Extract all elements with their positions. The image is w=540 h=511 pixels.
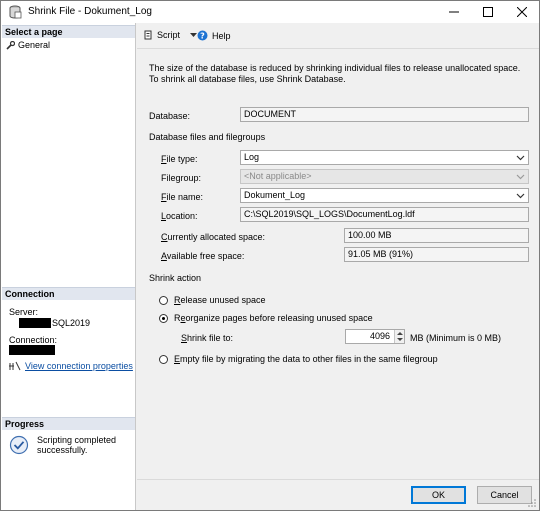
progress-status-text: Scripting completed successfully. <box>37 435 117 455</box>
svg-text:?: ? <box>200 32 205 41</box>
help-button[interactable]: ? Help <box>197 30 231 41</box>
close-icon <box>517 7 527 17</box>
file-type-label: File type: <box>161 154 198 164</box>
radio-empty-dot[interactable] <box>159 354 168 364</box>
view-connection-properties-link[interactable]: View connection properties <box>9 361 133 371</box>
location-field: C:\SQL2019\SQL_LOGS\DocumentLog.ldf <box>240 207 529 222</box>
file-type-dropdown[interactable]: Log <box>240 150 529 165</box>
resize-grip-icon[interactable] <box>527 498 536 507</box>
left-pane: Select a page General Connection Server:… <box>1 23 136 510</box>
minimize-icon <box>449 11 459 13</box>
shrink-file-to-label: Shrink file to: <box>181 333 234 343</box>
location-label: Location: <box>161 211 198 221</box>
connection-label: Connection: <box>9 335 58 345</box>
free-space-field: 91.05 MB (91%) <box>344 247 529 262</box>
files-group-label: Database files and filegroups <box>149 132 266 142</box>
main-pane: Script ? Help The size of the database i… <box>137 23 539 478</box>
chevron-down-icon <box>516 155 525 161</box>
allocated-space-label: Currently allocated space: <box>161 232 266 242</box>
maximize-icon <box>483 7 493 17</box>
page-general[interactable]: General <box>6 40 50 50</box>
chevron-down-icon <box>516 193 525 199</box>
wrench-icon <box>6 40 15 50</box>
description-text: The size of the database is reduced by s… <box>149 63 521 84</box>
page-general-label: General <box>18 40 51 50</box>
radio-reorganize[interactable]: Reorganize pages before releasing unused… <box>159 313 373 323</box>
server-name-suffix: SQL2019 <box>52 318 91 328</box>
radio-reorganize-label: Reorganize pages before releasing unused… <box>174 313 373 323</box>
server-label: Server: <box>9 307 39 317</box>
radio-empty-label: Empty file by migrating the data to othe… <box>174 354 438 364</box>
script-button[interactable]: Script <box>143 30 198 40</box>
stepper-buttons[interactable] <box>394 330 404 343</box>
file-name-label: File name: <box>161 192 204 202</box>
chevron-down-icon[interactable] <box>190 32 198 38</box>
progress-header: Progress <box>2 417 135 430</box>
radio-release-dot[interactable] <box>159 295 168 305</box>
help-icon: ? <box>197 30 208 41</box>
radio-empty-file[interactable]: Empty file by migrating the data to othe… <box>159 354 438 364</box>
maximize-button[interactable] <box>471 1 505 23</box>
connection-properties-icon <box>9 361 21 371</box>
free-space-label: Available free space: <box>161 251 245 261</box>
window-title: Shrink File - Dokument_Log <box>28 6 152 17</box>
file-name-value: Dokument_Log <box>244 190 306 200</box>
allocated-space-field: 100.00 MB <box>344 228 529 243</box>
title-bar[interactable]: Shrink File - Dokument_Log <box>1 1 539 23</box>
file-name-dropdown[interactable]: Dokument_Log <box>240 188 529 203</box>
select-page-header: Select a page <box>2 25 135 38</box>
help-label: Help <box>212 30 231 41</box>
database-label: Database: <box>149 111 191 121</box>
shrink-action-label: Shrink action <box>149 273 202 283</box>
filegroup-label: Filegroup: <box>161 173 202 183</box>
progress-status: Scripting completed successfully. <box>9 435 127 455</box>
script-icon <box>144 30 152 40</box>
radio-release-unused[interactable]: Release unused space <box>159 295 266 305</box>
shrink-unit-note: MB (Minimum is 0 MB) <box>410 333 502 343</box>
view-connection-properties-label[interactable]: View connection properties <box>25 361 133 371</box>
radio-reorganize-dot[interactable] <box>159 313 168 323</box>
redacted-server-name <box>19 318 51 328</box>
cancel-button[interactable]: Cancel <box>477 486 532 504</box>
file-type-value: Log <box>244 152 260 162</box>
redacted-connection-name <box>9 345 55 355</box>
filegroup-value: <Not applicable> <box>244 171 312 181</box>
connection-header: Connection <box>2 287 135 300</box>
database-icon <box>9 5 22 19</box>
stepper-arrows-icon[interactable] <box>395 330 405 343</box>
close-button[interactable] <box>505 1 539 23</box>
database-field: DOCUMENT <box>240 107 529 122</box>
shrink-size-stepper[interactable]: 4096 <box>345 329 405 344</box>
success-check-icon <box>9 435 29 455</box>
script-label: Script <box>157 30 181 40</box>
ok-button[interactable]: OK <box>411 486 466 504</box>
shrink-file-dialog: Shrink File - Dokument_Log Select a page… <box>0 0 540 511</box>
shrink-size-value: 4096 <box>369 331 390 341</box>
radio-release-label: Release unused space <box>174 295 266 305</box>
minimize-button[interactable] <box>437 1 471 23</box>
toolbar: Script ? Help <box>137 23 539 49</box>
chevron-down-icon <box>516 174 525 180</box>
filegroup-dropdown: <Not applicable> <box>240 169 529 184</box>
